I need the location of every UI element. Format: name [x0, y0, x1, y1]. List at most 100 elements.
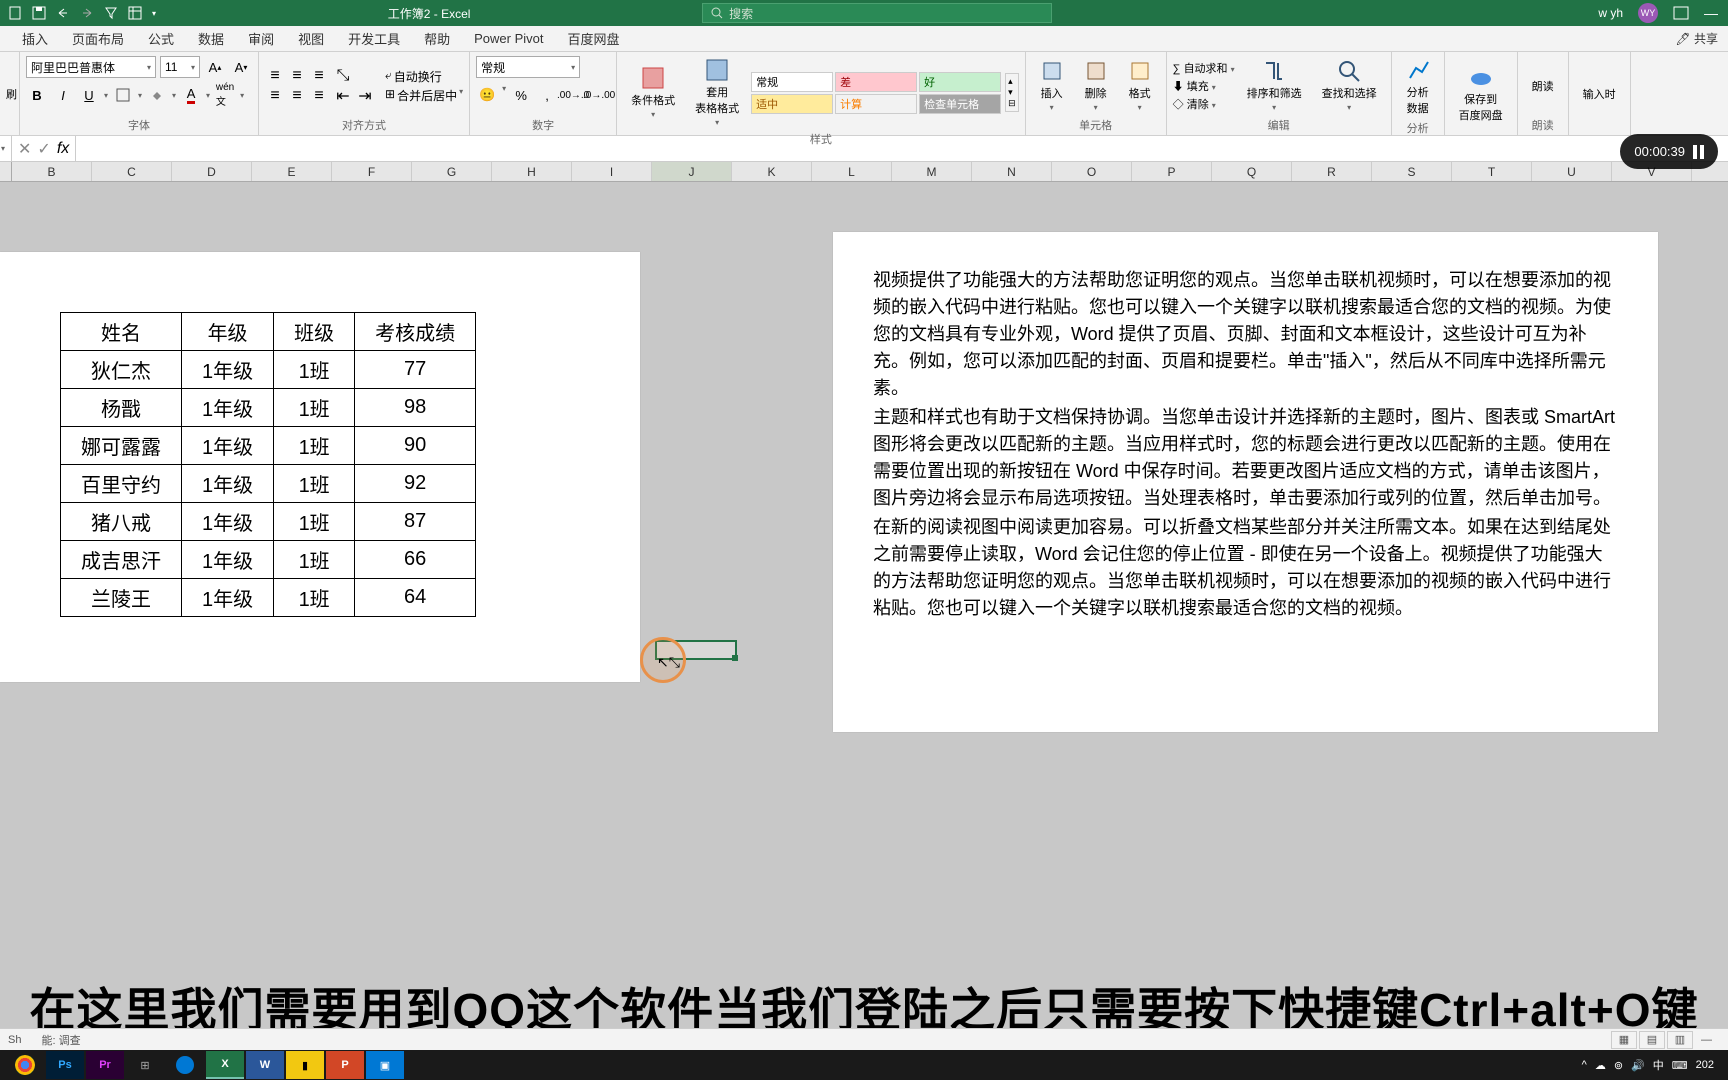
search-box[interactable]: 搜索: [702, 3, 1052, 23]
filter-icon[interactable]: [104, 6, 118, 20]
paste-button[interactable]: 刷: [6, 86, 17, 102]
tab-formulas[interactable]: 公式: [136, 26, 186, 51]
align-bottom-button[interactable]: ≡: [309, 67, 329, 85]
read-aloud-button[interactable]: 朗读: [1524, 76, 1562, 96]
fill-button[interactable]: ⬇ 填充 ▾: [1173, 78, 1235, 94]
align-left-button[interactable]: ≡: [265, 87, 285, 105]
file-icon[interactable]: [8, 6, 22, 20]
fx-icon[interactable]: fx: [57, 140, 69, 158]
number-format-combo[interactable]: 常规▾: [476, 56, 580, 78]
page-break-button[interactable]: ▥: [1667, 1031, 1693, 1049]
increase-decimal-button[interactable]: .00→.0: [562, 84, 584, 106]
task-view-icon[interactable]: ⊞: [126, 1051, 164, 1079]
col-header-B[interactable]: B: [12, 162, 92, 181]
minimize-button[interactable]: —: [1704, 5, 1718, 21]
tray-date[interactable]: 202: [1696, 1059, 1714, 1071]
name-box[interactable]: ▾: [0, 136, 12, 161]
pause-icon[interactable]: [1693, 145, 1704, 159]
fill-handle[interactable]: [732, 655, 738, 661]
font-name-combo[interactable]: 阿里巴巴普惠体▾: [26, 56, 156, 78]
tab-powerpivot[interactable]: Power Pivot: [462, 26, 555, 51]
sort-filter-button[interactable]: 排序和筛选▾: [1239, 57, 1310, 114]
sheet-tab[interactable]: Sh: [8, 1034, 21, 1046]
sheet-area[interactable]: 姓名年级班级考核成绩 狄仁杰1年级1班77杨戬1年级1班98娜可露露1年级1班9…: [0, 182, 1728, 762]
gallery-up-icon[interactable]: ▴: [1008, 76, 1016, 87]
word-icon[interactable]: W: [246, 1051, 284, 1079]
col-header-O[interactable]: O: [1052, 162, 1132, 181]
format-cells-button[interactable]: 格式▾: [1120, 57, 1160, 114]
col-header-G[interactable]: G: [412, 162, 492, 181]
style-neutral[interactable]: 适中: [751, 94, 833, 114]
premiere-icon[interactable]: Pr: [86, 1051, 124, 1079]
table-format-button[interactable]: 套用 表格格式▾: [687, 56, 747, 129]
col-header-S[interactable]: S: [1372, 162, 1452, 181]
col-header-T[interactable]: T: [1452, 162, 1532, 181]
analyze-data-button[interactable]: 分析 数据: [1398, 56, 1438, 118]
save-icon[interactable]: [32, 6, 46, 20]
col-header-K[interactable]: K: [732, 162, 812, 181]
cancel-formula-icon[interactable]: ✕: [18, 139, 31, 159]
fill-color-button[interactable]: [146, 84, 168, 106]
tab-developer[interactable]: 开发工具: [336, 26, 412, 51]
enter-formula-icon[interactable]: ✓: [37, 139, 50, 159]
ribbon-mode-icon[interactable]: [1673, 6, 1689, 20]
align-middle-button[interactable]: ≡: [287, 67, 307, 85]
tab-baidu[interactable]: 百度网盘: [556, 26, 632, 51]
autosum-button[interactable]: ∑ 自动求和 ▾: [1173, 60, 1235, 76]
delete-cells-button[interactable]: 删除▾: [1076, 57, 1116, 114]
share-button[interactable]: 🖊 共享: [1665, 30, 1728, 47]
col-header-H[interactable]: H: [492, 162, 572, 181]
excel-icon[interactable]: X: [206, 1051, 244, 1079]
col-header-C[interactable]: C: [92, 162, 172, 181]
style-bad[interactable]: 差: [835, 72, 917, 92]
baidu-save-button[interactable]: 保存到 百度网盘: [1451, 63, 1511, 125]
grow-font-button[interactable]: A▴: [204, 56, 226, 78]
tray-cloud-icon[interactable]: ☁: [1595, 1059, 1606, 1072]
style-good[interactable]: 好: [919, 72, 1001, 92]
recorder-icon[interactable]: ▣: [366, 1051, 404, 1079]
font-size-combo[interactable]: 11▾: [160, 56, 200, 78]
avatar[interactable]: WY: [1638, 3, 1658, 23]
photoshop-icon[interactable]: Ps: [46, 1051, 84, 1079]
tray-up-icon[interactable]: ^: [1582, 1059, 1587, 1071]
find-select-button[interactable]: 查找和选择▾: [1314, 57, 1385, 114]
conditional-format-button[interactable]: 条件格式▾: [623, 64, 683, 121]
pivot-icon[interactable]: [128, 6, 142, 20]
col-header-E[interactable]: E: [252, 162, 332, 181]
col-header-L[interactable]: L: [812, 162, 892, 181]
col-header-J[interactable]: J: [652, 162, 732, 181]
align-center-button[interactable]: ≡: [287, 87, 307, 105]
clear-button[interactable]: ◇ 清除 ▾: [1173, 96, 1235, 112]
tray-ime[interactable]: 中: [1653, 1057, 1664, 1073]
gallery-more-icon[interactable]: ⊟: [1008, 98, 1016, 109]
merge-button[interactable]: ⊞ 合并后居中 ▾: [385, 87, 463, 104]
tab-data[interactable]: 数据: [186, 26, 236, 51]
powerpoint-icon[interactable]: P: [326, 1051, 364, 1079]
tab-view[interactable]: 视图: [286, 26, 336, 51]
tray-keyboard-icon[interactable]: ⌨: [1672, 1059, 1688, 1072]
accounting-button[interactable]: 😐: [476, 84, 498, 106]
col-header-I[interactable]: I: [572, 162, 652, 181]
border-button[interactable]: [112, 84, 134, 106]
style-check[interactable]: 检查单元格: [919, 94, 1001, 114]
align-top-button[interactable]: ≡: [265, 67, 285, 85]
bold-button[interactable]: B: [26, 84, 48, 106]
input-time-button[interactable]: 输入时: [1575, 84, 1624, 104]
normal-view-button[interactable]: ▦: [1611, 1031, 1637, 1049]
tab-layout[interactable]: 页面布局: [60, 26, 136, 51]
style-calc[interactable]: 计算: [835, 94, 917, 114]
wrap-text-button[interactable]: ⤶ 自动换行: [385, 68, 463, 85]
tab-insert[interactable]: 插入: [10, 26, 60, 51]
col-header-P[interactable]: P: [1132, 162, 1212, 181]
cell-styles-gallery[interactable]: 常规 差 好 适中 计算 检查单元格: [751, 72, 1001, 114]
decrease-decimal-button[interactable]: .0→.00: [588, 84, 610, 106]
font-color-button[interactable]: A: [180, 84, 202, 106]
page-layout-button[interactable]: ▤: [1639, 1031, 1665, 1049]
col-header-D[interactable]: D: [172, 162, 252, 181]
col-header-U[interactable]: U: [1532, 162, 1612, 181]
percent-button[interactable]: %: [510, 84, 532, 106]
undo-icon[interactable]: [56, 6, 70, 20]
powerbi-icon[interactable]: ▮: [286, 1051, 324, 1079]
align-right-button[interactable]: ≡: [309, 87, 329, 105]
orientation-button[interactable]: ⤡: [333, 67, 353, 85]
